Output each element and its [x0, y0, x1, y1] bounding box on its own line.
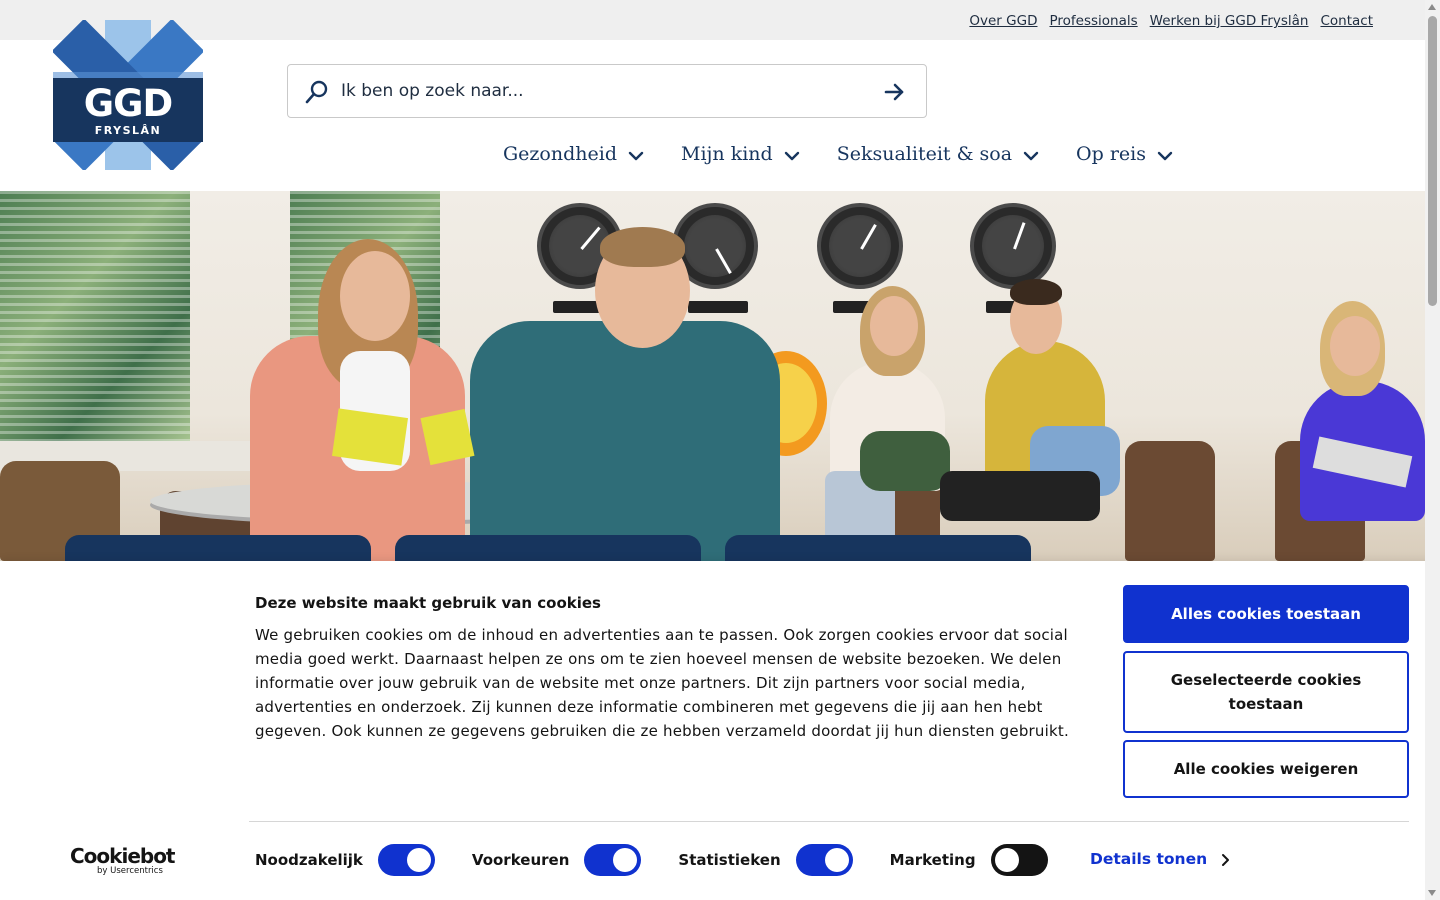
toggle-label: Noodzakelijk — [255, 851, 363, 869]
svg-text:GGD: GGD — [84, 82, 172, 125]
chevron-down-icon — [784, 151, 799, 161]
scroll-up-arrow-icon[interactable] — [1428, 4, 1436, 10]
nav-item-label: Mijn kind — [681, 143, 773, 165]
cookie-banner-title: Deze website maakt gebruik van cookies — [255, 594, 601, 612]
cookie-banner: Deze website maakt gebruik van cookies W… — [0, 561, 1440, 900]
marketing-toggle[interactable] — [990, 844, 1048, 876]
toggle-label: Voorkeuren — [471, 851, 570, 869]
allow-all-cookies-button[interactable]: Alles cookies toestaan — [1123, 585, 1409, 643]
utility-link-over-ggd[interactable]: Over GGD — [969, 13, 1037, 29]
toggle-label: Statistieken — [678, 851, 781, 869]
nav-item-label: Gezondheid — [503, 143, 617, 165]
toggle-group-noodzakelijk: Noodzakelijk — [255, 844, 435, 876]
noodzakelijk-toggle[interactable] — [377, 844, 435, 876]
person — [940, 471, 1100, 521]
cookie-divider — [249, 821, 1409, 822]
search-input[interactable] — [341, 73, 861, 109]
nav-item-op-reis[interactable]: Op reis — [1076, 143, 1174, 165]
person — [470, 321, 780, 561]
utility-bar: Over GGD Professionals Werken bij GGD Fr… — [0, 0, 1425, 40]
search-icon — [304, 79, 330, 105]
person — [340, 251, 410, 341]
wall-clock — [817, 203, 903, 289]
scroll-down-arrow-icon[interactable] — [1428, 890, 1436, 896]
wall-clock — [970, 203, 1056, 289]
chevron-down-icon — [628, 151, 644, 161]
cookiebot-byline: by Usercentrics — [97, 866, 163, 876]
toggle-label: Marketing — [889, 851, 976, 869]
chevron-right-icon — [1222, 854, 1230, 866]
clock-label — [688, 301, 748, 313]
svg-text:FRYSLÂN: FRYSLÂN — [95, 124, 162, 137]
nav-item-label: Op reis — [1076, 143, 1146, 165]
page-scrollbar[interactable] — [1425, 0, 1440, 900]
search-box — [287, 64, 927, 118]
utility-nav: Over GGD Professionals Werken bij GGD Fr… — [969, 10, 1373, 29]
person — [860, 431, 950, 491]
details-toggle-link[interactable]: Details tonen — [1090, 850, 1233, 868]
ggd-fryslan-logo[interactable]: GGD FRYSLÂN — [51, 18, 205, 172]
cookie-banner-text: We gebruiken cookies om de inhoud en adv… — [255, 626, 1069, 740]
nav-item-seksualiteit-soa[interactable]: Seksualiteit & soa — [837, 143, 1040, 165]
window-left — [0, 191, 190, 441]
main-nav: Gezondheid Mijn kind Seksualiteit & soa … — [503, 143, 1174, 165]
hero-image — [0, 191, 1425, 561]
statistieken-toggle[interactable] — [795, 844, 853, 876]
scrollbar-thumb[interactable] — [1428, 16, 1437, 306]
person — [870, 296, 918, 356]
search-submit-arrow-icon[interactable] — [882, 79, 908, 105]
toggle-group-marketing: Marketing — [890, 844, 1048, 876]
person — [1010, 279, 1062, 305]
vaccination-booklet — [420, 408, 475, 466]
chevron-down-icon — [1023, 151, 1039, 161]
cookiebot-logo[interactable]: Cookiebot by Usercentrics — [70, 844, 176, 876]
chevron-down-icon — [1157, 151, 1173, 161]
toggle-group-statistieken: Statistieken — [678, 844, 853, 876]
utility-link-werken-bij[interactable]: Werken bij GGD Fryslân — [1150, 13, 1309, 29]
nav-item-label: Seksualiteit & soa — [836, 143, 1013, 165]
allow-selected-cookies-button[interactable]: Geselecteerde cookies toestaan — [1123, 651, 1409, 733]
vaccination-booklet — [332, 408, 408, 466]
utility-link-professionals[interactable]: Professionals — [1049, 13, 1137, 29]
nav-item-mijn-kind[interactable]: Mijn kind — [681, 143, 801, 165]
toggle-group-voorkeuren: Voorkeuren — [471, 844, 642, 876]
person — [1330, 316, 1380, 376]
details-link-label: Details tonen — [1090, 850, 1208, 868]
person — [600, 227, 685, 267]
voorkeuren-toggle[interactable] — [584, 844, 642, 876]
nav-item-gezondheid[interactable]: Gezondheid — [503, 143, 645, 165]
cookiebot-wordmark: Cookiebot — [70, 844, 176, 868]
cookie-category-toggles: Noodzakelijk Voorkeuren Statistieken Mar… — [255, 844, 1085, 876]
chair — [1125, 441, 1215, 561]
utility-link-contact[interactable]: Contact — [1320, 13, 1373, 29]
deny-all-cookies-button[interactable]: Alle cookies weigeren — [1123, 740, 1409, 798]
